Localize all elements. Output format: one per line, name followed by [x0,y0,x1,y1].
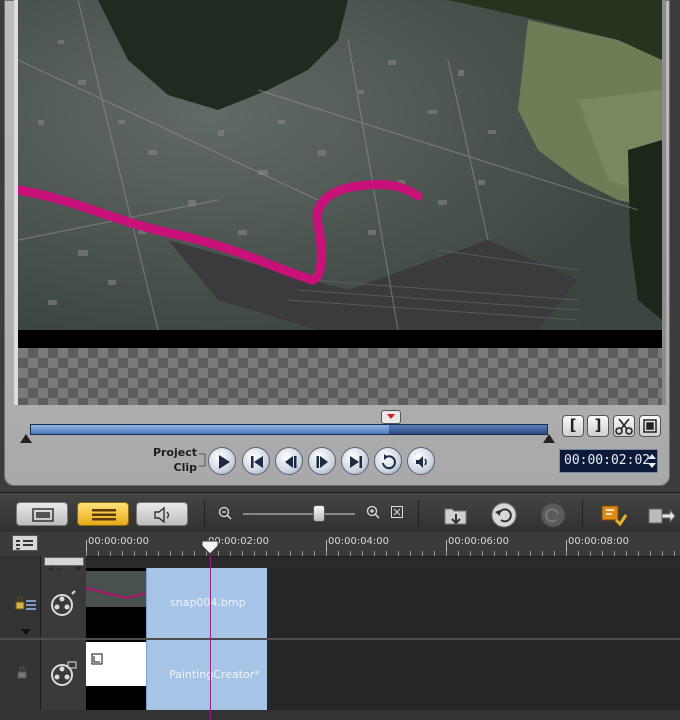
lock-track-icon[interactable] [14,596,38,612]
overlay-track-icon [51,661,77,686]
clip-mode-label[interactable]: Clip [145,461,198,474]
enlarge-preview-icon[interactable] [639,415,661,437]
play-button[interactable] [208,447,236,475]
lock-overlay-track-icon[interactable] [16,666,30,680]
project-mode-label[interactable]: Project [145,446,197,459]
toolbar-divider [204,500,205,528]
timeline-view-button[interactable] [77,502,129,526]
mode-bracket [199,453,206,467]
transparent-area [18,348,662,405]
timecode-spinner-icon[interactable] [646,451,658,471]
volume-icon[interactable] [407,447,435,475]
toolbar-divider [418,500,419,528]
timecode-display[interactable]: 00:00:02:02 [559,449,658,473]
storyboard-view-button[interactable] [16,502,68,526]
zoom-slider-handle[interactable] [313,505,325,522]
ruler-label: 00:00:06:00 [448,536,510,547]
video-clip-thumbnail[interactable] [85,568,147,638]
collapse-tracks-icon[interactable] [20,628,32,636]
previous-frame-icon[interactable] [275,447,303,475]
zoom-slider-track[interactable] [243,513,355,515]
video-clip[interactable]: snap004.bmp [146,568,267,638]
add-remove-track-icon[interactable] [44,557,84,571]
storyboard-icon [32,508,54,522]
insert-media-icon[interactable] [441,500,471,530]
repeat-icon[interactable] [374,447,402,475]
preview-panel: [ ] Project Clip 00:00:02:02 [0,0,680,492]
track-manager-icon[interactable] [12,535,38,551]
next-frame-icon[interactable] [308,447,336,475]
mark-in-button[interactable]: [ [562,415,584,437]
trim-end-marker[interactable] [543,434,555,443]
redo-icon[interactable] [538,500,568,530]
overlay-clip[interactable]: PaintingCreator* [146,640,267,710]
ruler-minor-ticks [86,551,680,556]
overlay-clip-label: PaintingCreator* [169,668,260,681]
track-footer [0,710,680,720]
ruler-label: 00:00:00:00 [88,536,150,547]
ruler-label: 00:00:04:00 [328,536,390,547]
undo-icon[interactable] [489,500,519,530]
video-track-icon [51,590,76,616]
audio-view-button[interactable] [136,502,188,526]
batch-convert-icon[interactable] [646,500,676,530]
timeline-icon [92,509,116,521]
zoom-in-icon[interactable] [366,505,380,519]
scrub-progress [31,425,389,434]
video-clip-label: snap004.bmp [170,596,246,609]
go-to-start-icon[interactable] [242,447,270,475]
go-to-end-icon[interactable] [341,447,369,475]
zoom-out-icon[interactable] [218,506,232,520]
scrub-handle[interactable] [381,410,401,424]
ruler-label: 00:00:08:00 [568,536,630,547]
fit-to-window-icon[interactable] [391,506,403,518]
mark-out-button[interactable]: ] [587,415,609,437]
scissors-icon[interactable] [613,415,635,437]
trim-start-marker[interactable] [20,434,32,443]
playhead-marker[interactable] [200,540,220,556]
playhead-line [210,556,211,720]
overlay-clip-thumbnail[interactable] [86,640,146,710]
speaker-icon [154,506,170,524]
toolbar-divider [582,500,583,528]
smart-proxy-icon[interactable] [598,500,628,530]
satellite-map-image [18,0,662,348]
preview-video [18,0,662,348]
